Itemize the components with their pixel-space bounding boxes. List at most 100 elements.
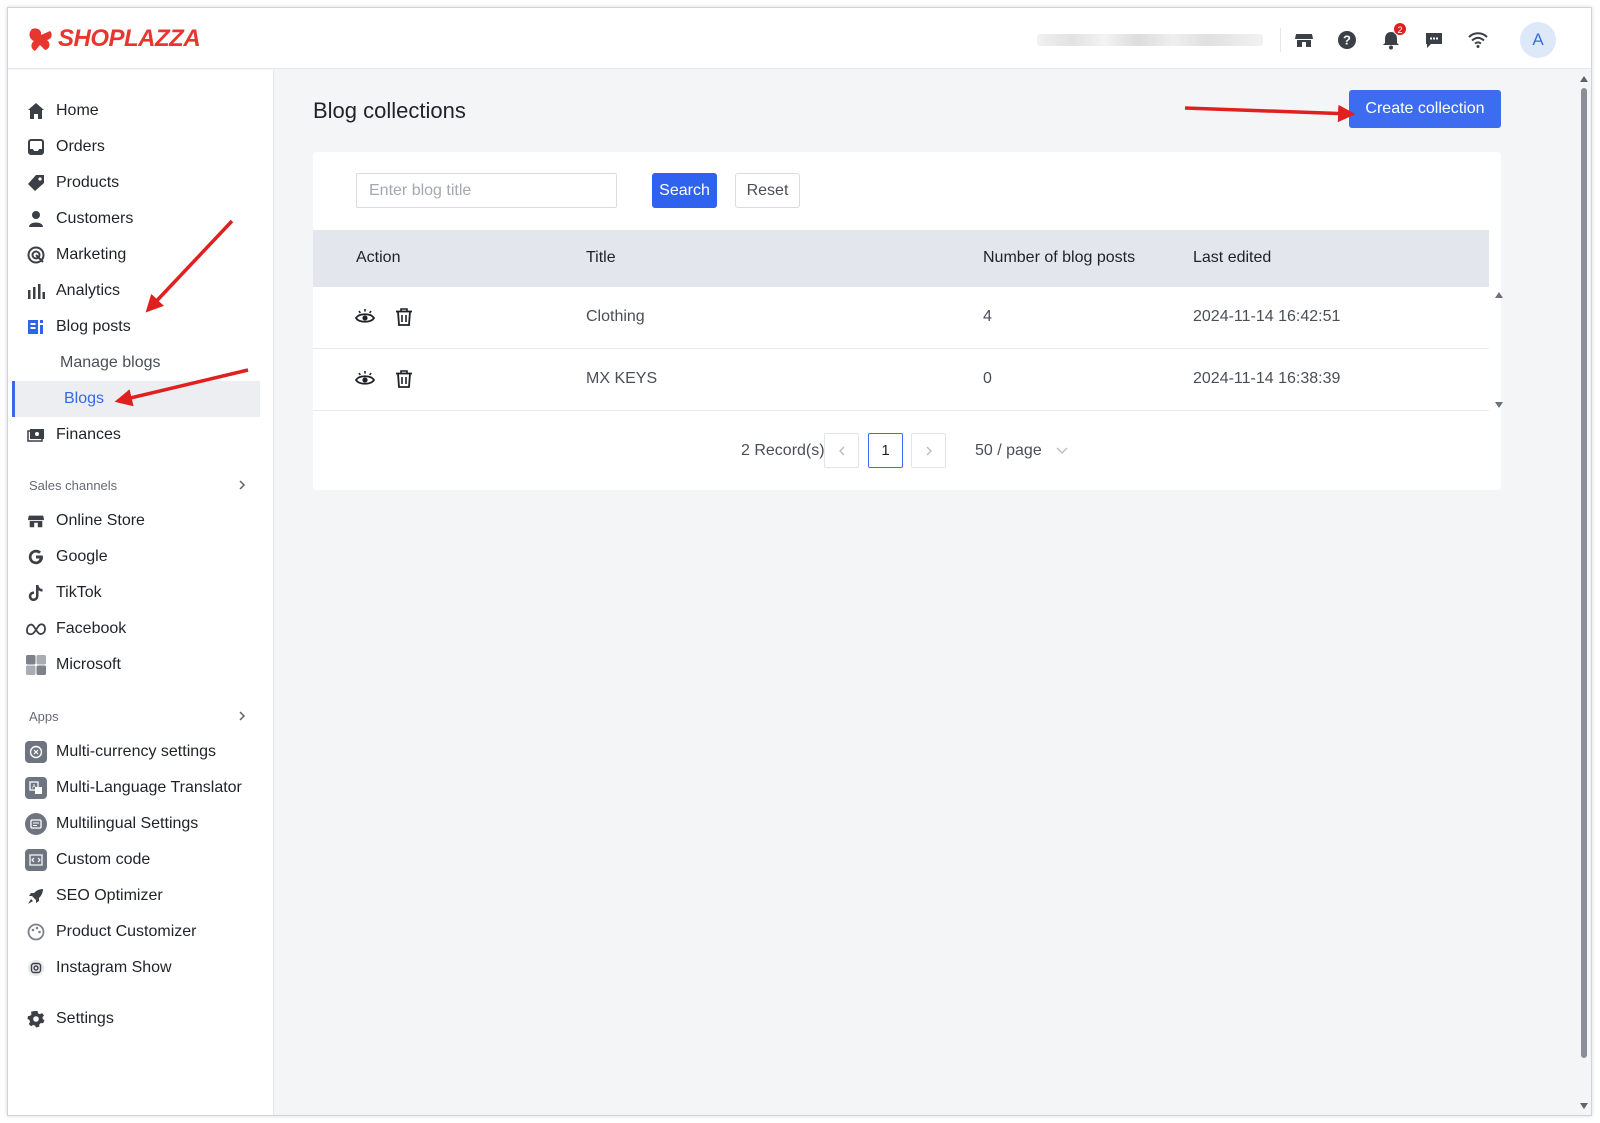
sidebar-subitem-manage-blogs[interactable]: Manage blogs: [8, 345, 274, 381]
column-header-last-edited: Last edited: [1193, 249, 1272, 266]
wifi-icon[interactable]: [1466, 28, 1490, 52]
sidebar-app-multi-currency[interactable]: Multi-currency settings: [8, 734, 274, 770]
scrollbar-thumb[interactable]: [1581, 88, 1587, 1058]
page-scrollbar[interactable]: [1577, 70, 1591, 1115]
next-page-button[interactable]: [911, 433, 946, 468]
page-number-button[interactable]: 1: [868, 433, 903, 468]
sidebar-item-products[interactable]: Products: [8, 165, 274, 201]
table-row: Clothing 4 2024-11-14 16:42:51: [313, 287, 1489, 349]
delete-trash-icon[interactable]: [394, 369, 414, 389]
currency-app-icon: [25, 741, 47, 763]
page-title: Blog collections: [313, 98, 466, 123]
chat-icon[interactable]: [1422, 28, 1446, 52]
sidebar-subitem-blogs[interactable]: Blogs: [12, 381, 260, 417]
sidebar-item-customers[interactable]: Customers: [8, 201, 274, 237]
target-icon: [26, 245, 46, 265]
shoplazza-logo-icon: [29, 28, 52, 51]
palette-icon: [26, 922, 46, 942]
store-name-redacted: [1037, 34, 1263, 46]
inbox-icon: [26, 137, 46, 157]
chevron-right-icon: [926, 446, 932, 455]
apps-header: Apps: [29, 709, 59, 724]
record-count: 2 Record(s): [741, 442, 825, 459]
row-post-count: 4: [983, 308, 992, 325]
column-header-title: Title: [586, 249, 616, 266]
chevron-left-icon: [838, 446, 844, 455]
sidebar-app-multilingual-settings[interactable]: Multilingual Settings: [8, 806, 274, 842]
finance-icon: [26, 425, 46, 445]
tiktok-icon: [26, 583, 46, 603]
sidebar-app-product-customizer[interactable]: Product Customizer: [8, 914, 274, 950]
sidebar-item-microsoft[interactable]: Microsoft: [8, 647, 274, 683]
column-header-action: Action: [356, 249, 401, 266]
sidebar: Home Orders Products Customers Marketing…: [8, 70, 274, 1115]
top-bar: SHOPLAZZA ? 2 A: [8, 8, 1591, 69]
store-icon[interactable]: [1292, 28, 1316, 52]
sidebar-app-instagram-show[interactable]: Instagram Show: [8, 950, 274, 986]
sidebar-item-tiktok[interactable]: TikTok: [8, 575, 274, 611]
sidebar-item-google[interactable]: Google: [8, 539, 274, 575]
bell-icon[interactable]: 2: [1379, 22, 1407, 52]
sidebar-item-finances[interactable]: Finances: [8, 417, 274, 453]
table-row: MX KEYS 0 2024-11-14 16:38:39: [313, 349, 1489, 411]
delete-trash-icon[interactable]: [394, 307, 414, 327]
gear-icon: [26, 1009, 46, 1029]
view-eye-icon[interactable]: [355, 369, 375, 389]
table-scroll-down-arrow[interactable]: [1495, 402, 1503, 408]
sidebar-app-seo-optimizer[interactable]: SEO Optimizer: [8, 878, 274, 914]
sidebar-item-marketing[interactable]: Marketing: [8, 237, 274, 273]
create-collection-button[interactable]: Create collection: [1349, 90, 1501, 128]
sales-channels-header: Sales channels: [29, 478, 118, 493]
blog-title-search-input[interactable]: [356, 173, 617, 208]
page-size-value: 50 / page: [975, 442, 1042, 459]
row-title: Clothing: [586, 308, 645, 325]
home-icon: [26, 101, 46, 121]
app-window: SHOPLAZZA ? 2 A Home Orders Products Cus…: [7, 7, 1592, 1116]
multilingual-app-icon: [25, 813, 47, 835]
sidebar-item-blog-posts[interactable]: Blog posts: [8, 309, 274, 345]
scroll-up-arrow[interactable]: [1580, 76, 1588, 82]
table-scroll-up-arrow[interactable]: [1495, 292, 1503, 298]
row-title: MX KEYS: [586, 370, 658, 387]
notification-badge: 2: [1393, 22, 1407, 36]
sidebar-app-multi-language-translator[interactable]: A Multi-Language Translator: [8, 770, 274, 806]
user-avatar[interactable]: A: [1520, 22, 1556, 58]
table-header: Action Title Number of blog posts Last e…: [313, 230, 1489, 287]
store-icon: [26, 511, 46, 531]
rocket-icon: [26, 886, 46, 906]
brand-logo[interactable]: SHOPLAZZA: [28, 24, 201, 54]
chevron-right-icon[interactable]: [236, 710, 248, 722]
sidebar-item-analytics[interactable]: Analytics: [8, 273, 274, 309]
row-last-edited: 2024-11-14 16:38:39: [1193, 370, 1341, 387]
microsoft-icon: [26, 655, 46, 675]
sidebar-app-custom-code[interactable]: Custom code: [8, 842, 274, 878]
scroll-down-arrow[interactable]: [1580, 1103, 1588, 1109]
search-button[interactable]: Search: [652, 173, 717, 208]
tag-icon: [26, 173, 46, 193]
instagram-icon: [26, 958, 46, 978]
translate-app-icon: A: [25, 777, 47, 799]
chevron-right-icon[interactable]: [236, 479, 248, 491]
person-icon: [26, 209, 46, 229]
bar-chart-icon: [26, 281, 46, 301]
reset-button[interactable]: Reset: [735, 173, 800, 208]
blog-collections-card: Search Reset Action Title Number of blog…: [313, 152, 1503, 490]
blog-icon: [26, 317, 46, 337]
prev-page-button[interactable]: [824, 433, 859, 468]
meta-icon: [26, 619, 46, 639]
sidebar-item-settings[interactable]: Settings: [8, 1001, 274, 1037]
brand-name: SHOPLAZZA: [58, 25, 201, 52]
help-icon[interactable]: ?: [1335, 28, 1359, 52]
sidebar-item-facebook[interactable]: Facebook: [8, 611, 274, 647]
chevron-down-icon: [1056, 447, 1068, 454]
svg-text:?: ?: [1343, 33, 1351, 48]
sidebar-item-orders[interactable]: Orders: [8, 129, 274, 165]
page-size-select[interactable]: 50 / page: [975, 442, 1068, 460]
code-app-icon: [25, 849, 47, 871]
sidebar-item-home[interactable]: Home: [8, 93, 274, 129]
header-divider: [1280, 28, 1281, 52]
sidebar-item-online-store[interactable]: Online Store: [8, 503, 274, 539]
google-icon: [26, 547, 46, 567]
view-eye-icon[interactable]: [355, 307, 375, 327]
row-post-count: 0: [983, 370, 992, 387]
